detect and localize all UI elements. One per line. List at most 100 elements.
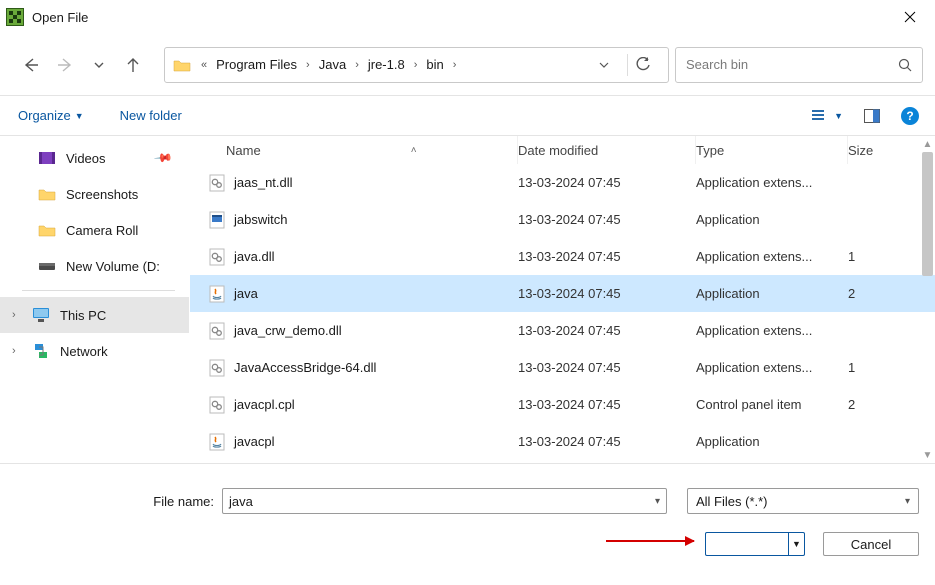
file-row[interactable]: java_crw_demo.dll13-03-2024 07:45Applica… [190, 312, 935, 349]
column-header-name[interactable]: Name˄ [208, 136, 518, 164]
chevron-right-icon[interactable]: › [412, 59, 420, 71]
chevron-right-icon[interactable]: › [12, 309, 16, 321]
breadcrumb-segment[interactable]: bin [423, 57, 446, 72]
chevron-right-icon[interactable]: › [304, 59, 312, 71]
scroll-track[interactable] [920, 152, 935, 447]
scroll-thumb[interactable] [922, 152, 933, 276]
column-header-type[interactable]: Type [696, 136, 848, 164]
divider [22, 290, 175, 291]
file-name: jabswitch [234, 212, 287, 227]
scrollbar[interactable]: ▲ ▼ [920, 136, 935, 463]
file-icon [208, 285, 226, 303]
sort-ascending-icon: ˄ [411, 145, 417, 156]
footer: File name: java ▾ All Files (*.*) ▾ Open… [0, 464, 935, 568]
back-button[interactable] [18, 52, 44, 78]
caret-down-icon[interactable]: ▼ [834, 111, 843, 121]
breadcrumb-segment[interactable]: Java [316, 57, 349, 72]
file-type: Application [696, 286, 848, 301]
sidebar-item-videos[interactable]: Videos📌 [0, 140, 189, 176]
scroll-down-button[interactable]: ▼ [920, 447, 935, 463]
breadcrumb-dropdown-button[interactable] [599, 60, 619, 70]
file-date: 13-03-2024 07:45 [518, 323, 696, 338]
file-type-filter[interactable]: All Files (*.*) ▾ [687, 488, 919, 514]
search-input[interactable]: Search bin [675, 47, 923, 83]
file-name: java_crw_demo.dll [234, 323, 342, 338]
file-row[interactable]: javacpl.cpl13-03-2024 07:45Control panel… [190, 386, 935, 423]
annotation-arrow [606, 540, 694, 542]
breadcrumb-segment[interactable]: jre-1.8 [365, 57, 408, 72]
scroll-up-button[interactable]: ▲ [920, 136, 935, 152]
chevron-right-icon[interactable]: › [12, 345, 16, 357]
toolbar: Organize▼ New folder ▼ ? [0, 96, 935, 136]
file-name: java.dll [234, 249, 274, 264]
open-button[interactable]: Open ▼ [705, 532, 805, 556]
help-button[interactable]: ? [901, 107, 919, 125]
recent-locations-button[interactable] [86, 52, 112, 78]
folder-icon [38, 185, 56, 203]
forward-button[interactable] [52, 52, 78, 78]
view-options-button[interactable] [808, 105, 830, 127]
sidebar-item-label: This PC [60, 308, 106, 323]
file-row[interactable]: JavaAccessBridge-64.dll13-03-2024 07:45A… [190, 349, 935, 386]
file-type: Application [696, 434, 848, 449]
organize-button[interactable]: Organize▼ [16, 106, 86, 125]
cancel-button[interactable]: Cancel [823, 532, 919, 556]
file-row[interactable]: jabswitch 13-03-2024 07:45Application [190, 201, 935, 238]
drive-icon [38, 257, 56, 275]
sidebar-item-screenshots[interactable]: Screenshots [0, 176, 189, 212]
file-icon [208, 433, 226, 451]
file-date: 13-03-2024 07:45 [518, 434, 696, 449]
window-title: Open File [32, 10, 88, 25]
chevron-right-icon[interactable]: › [451, 59, 459, 71]
sidebar-item-label: Network [60, 344, 108, 359]
preview-pane-button[interactable] [861, 105, 883, 127]
sidebar-item-this-pc[interactable]: › This PC [0, 297, 189, 333]
file-icon [208, 396, 226, 414]
folder-icon [38, 221, 56, 239]
video-icon [38, 149, 56, 167]
file-icon [208, 322, 226, 340]
filename-input[interactable]: java ▾ [222, 488, 667, 514]
sidebar-item-label: New Volume (D: [66, 259, 160, 274]
file-type: Application [696, 212, 848, 227]
sidebar-item-label: Screenshots [66, 187, 138, 202]
file-icon [208, 174, 226, 192]
sidebar-item-network[interactable]: › Network [0, 333, 189, 369]
caret-down-icon[interactable]: ▾ [905, 496, 910, 507]
column-header-date[interactable]: Date modified [518, 136, 696, 164]
open-dropdown-button[interactable]: ▼ [788, 533, 804, 555]
file-type: Application extens... [696, 360, 848, 375]
network-icon [32, 342, 50, 360]
file-date: 13-03-2024 07:45 [518, 175, 696, 190]
sidebar: Videos📌 Screenshots Camera Roll New Volume … [0, 136, 190, 463]
refresh-button[interactable] [636, 57, 664, 72]
app-icon [6, 8, 24, 26]
caret-down-icon[interactable]: ▾ [655, 496, 660, 507]
file-name: java [234, 286, 258, 301]
sidebar-item-new-volume[interactable]: New Volume (D: [0, 248, 189, 284]
sidebar-item-camera-roll[interactable]: Camera Roll [0, 212, 189, 248]
file-date: 13-03-2024 07:45 [518, 212, 696, 227]
file-date: 13-03-2024 07:45 [518, 397, 696, 412]
chevron-right-icon[interactable]: › [353, 59, 361, 71]
file-row[interactable]: java13-03-2024 07:45Application2 [190, 275, 935, 312]
nav-bar: « Program Files › Java › jre-1.8 › bin ›… [0, 34, 935, 96]
file-type: Application extens... [696, 175, 848, 190]
file-icon [208, 248, 226, 266]
new-folder-button[interactable]: New folder [118, 106, 184, 125]
file-row[interactable]: jaas_nt.dll13-03-2024 07:45Application e… [190, 164, 935, 201]
folder-icon [173, 58, 191, 72]
breadcrumb[interactable]: « Program Files › Java › jre-1.8 › bin › [164, 47, 669, 83]
file-type: Control panel item [696, 397, 848, 412]
breadcrumb-segment[interactable]: Program Files [213, 57, 300, 72]
file-list: Name˄ Date modified Type Size jaas_nt.dl… [190, 136, 935, 463]
up-button[interactable] [120, 52, 146, 78]
pc-icon [32, 306, 50, 324]
search-placeholder: Search bin [686, 57, 898, 72]
sidebar-item-label: Videos [66, 151, 106, 166]
close-button[interactable] [895, 2, 925, 32]
file-row[interactable]: java.dll13-03-2024 07:45Application exte… [190, 238, 935, 275]
search-icon [898, 58, 912, 72]
breadcrumb-overflow-icon[interactable]: « [199, 59, 209, 71]
file-row[interactable]: javacpl13-03-2024 07:45Application [190, 423, 935, 460]
